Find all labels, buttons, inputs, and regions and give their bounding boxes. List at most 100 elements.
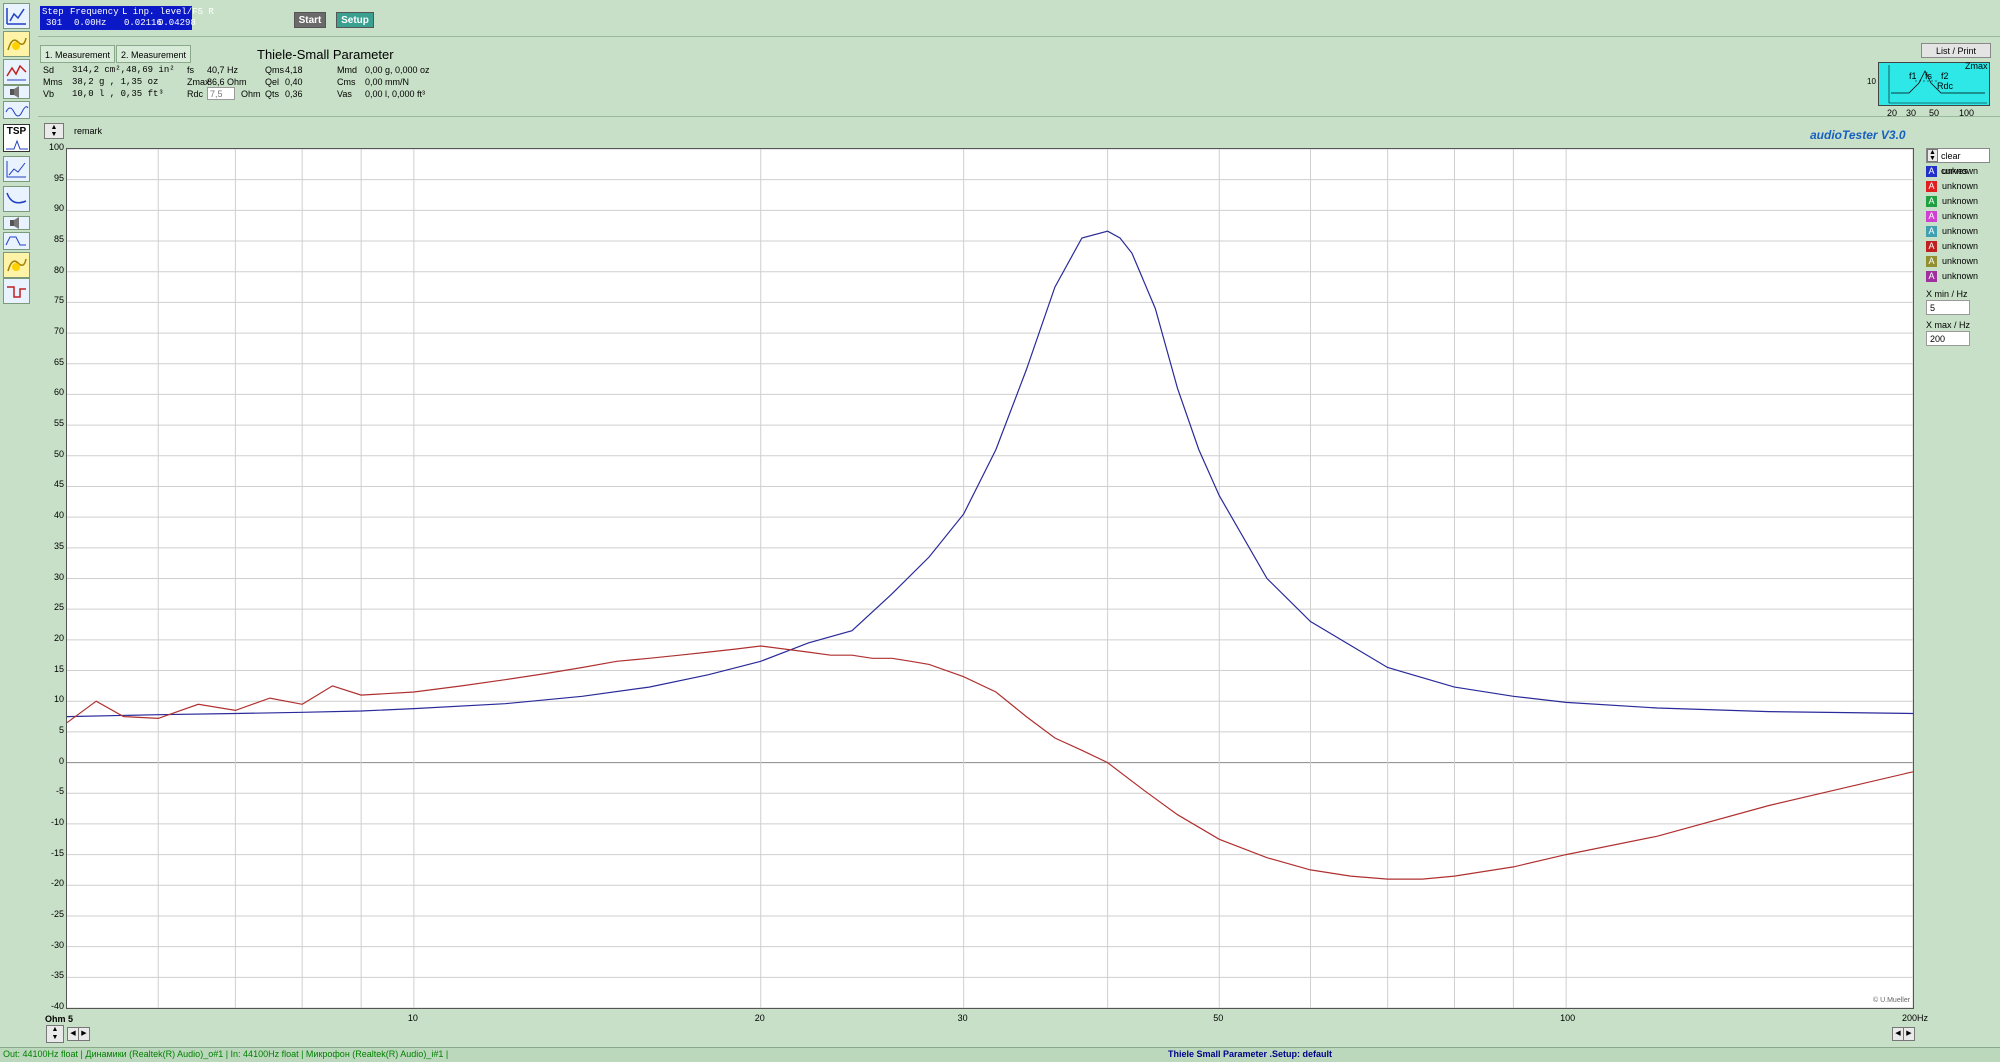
level-meter-icon[interactable] (3, 3, 30, 29)
y-tick-label: 0 (58, 755, 64, 766)
rdc-label: Rdc (187, 89, 204, 99)
sd-label: Sd (43, 65, 55, 75)
x-tick-label: 100 (1560, 1013, 1576, 1023)
mms-value: 38,2 g , 1,35 oz (72, 77, 159, 87)
y-tick-label: 100 (48, 142, 64, 152)
y-tick-label: -15 (50, 847, 64, 858)
y-tick-label: 10 (53, 694, 64, 705)
curve-icon[interactable] (3, 186, 30, 212)
start-button[interactable]: Start (294, 12, 326, 28)
level-left-value: 0.02116 (124, 18, 162, 28)
y-scale-spinner[interactable]: ▲ ▼ (46, 1025, 64, 1043)
y-tick-label: 15 (53, 663, 64, 674)
frequency-value: 0.00Hz (74, 18, 107, 28)
fs-label: fs (187, 65, 195, 75)
sweep-icon[interactable] (3, 101, 30, 119)
x-start-label: 5 (68, 1014, 74, 1024)
tsp-label: TSP (6, 126, 27, 137)
y-tick-label: -30 (50, 939, 64, 950)
legend-swatch: A (1926, 271, 1937, 282)
mmd-label: Mmd (337, 65, 357, 75)
vas-value: 0,00 l, 0,000 ft³ (365, 89, 426, 99)
rdc-input[interactable]: 7,5 (207, 87, 235, 100)
x-scroll-right-button[interactable]: ▶ (78, 1027, 90, 1041)
step-response-icon[interactable] (3, 278, 30, 304)
separator-top (38, 36, 2000, 37)
legend-swatch: A (1926, 241, 1937, 252)
legend-label: unknown (1942, 226, 1979, 236)
y-tick-label: 70 (53, 326, 64, 337)
legend-swatch: A (1926, 211, 1937, 222)
y-tick-label: 25 (53, 602, 64, 613)
y-tick-label: 45 (53, 479, 64, 490)
xmin-input[interactable]: 5 (1926, 300, 1970, 315)
legend-swatch: A (1926, 226, 1937, 237)
vb-label: Vb (43, 89, 55, 99)
left-toolbar: TSP (0, 0, 34, 304)
vb-value: 10,0 l , 0,35 ft³ (72, 89, 164, 99)
cms-label: Cms (337, 77, 356, 87)
y-tick-label: 60 (53, 387, 64, 398)
remark-spinner[interactable]: ▲ ▼ (44, 123, 64, 139)
mini-zmax-label: Zmax (1965, 61, 1988, 71)
x-end-label: 200Hz (1902, 1013, 1929, 1023)
chart-svg (67, 149, 1913, 1008)
mini-rdc-label: Rdc (1937, 81, 1954, 91)
impedance-graph[interactable] (66, 148, 1914, 1009)
zmax-value: 86,6 Ohm (207, 77, 247, 87)
level-right-value: 0.04298 (158, 18, 196, 28)
y-tick-label: 95 (53, 172, 64, 183)
list-print-button[interactable]: List / Print (1921, 43, 1991, 58)
level-label: L inp. level/FS R (122, 7, 214, 17)
tsp-icon[interactable]: TSP (3, 124, 30, 152)
tab-measurement-1[interactable]: 1. Measurement (40, 45, 116, 63)
legend-swatch: A (1926, 166, 1937, 177)
status-bar-devices: Out: 44100Hz float | Динамики (Realtek(R… (3, 1049, 449, 1059)
copyright-label: © U.Mueller (1873, 997, 1911, 1004)
frequency-response-icon[interactable] (3, 59, 30, 85)
clear-curves-spinner[interactable]: ▲ ▼ (1927, 149, 1938, 162)
y-tick-label: -5 (55, 786, 64, 797)
setup-button[interactable]: Setup (336, 12, 374, 28)
xmax-input[interactable]: 200 (1926, 331, 1970, 346)
x-zoom-right-button[interactable]: ▶ (1903, 1027, 1915, 1041)
y-tick-label: -25 (50, 908, 64, 919)
x-tick-label: 20 (754, 1013, 765, 1023)
y-tick-label: -20 (50, 878, 64, 889)
y-unit-text: Ohm (45, 1014, 66, 1024)
y-tick-label: -40 (50, 1001, 64, 1011)
step-value: 301 (46, 18, 63, 28)
y-tick-label: 90 (53, 203, 64, 214)
waveform-icon[interactable] (3, 232, 30, 250)
legend-label: unknown (1942, 196, 1979, 206)
legend-label: unknown (1942, 181, 1979, 191)
separator-mid (38, 116, 2000, 117)
impedance-curve (67, 230, 1913, 718)
y-tick-label: -35 (50, 970, 64, 981)
status-bar-setup: Thiele Small Parameter .Setup: default (1168, 1049, 1333, 1059)
y-tick-label: 30 (53, 571, 64, 582)
legend-label: unknown (1942, 256, 1979, 266)
y-tick-label: -10 (50, 816, 64, 827)
y-tick-label: 35 (53, 540, 64, 551)
y-tick-label: 40 (53, 510, 64, 521)
speaker-icon[interactable] (3, 85, 30, 99)
speaker-box-icon[interactable] (3, 216, 30, 230)
mini-impedance-plot: Zmax f1 fs f2 Rdc 10 (1867, 61, 1990, 106)
legend-swatch: A (1926, 196, 1937, 207)
panel-title: Thiele-Small Parameter (257, 47, 394, 62)
brand-label: audioTester V3.0 (1810, 128, 1906, 142)
sound-map-icon[interactable] (3, 31, 30, 57)
yellow-map-icon[interactable] (3, 252, 30, 278)
impedance-icon[interactable] (3, 156, 30, 182)
legend-label: unknown (1942, 211, 1979, 221)
y-tick-label: 5 (58, 724, 64, 735)
xmin-label: X min / Hz (1926, 289, 1968, 299)
mini-fs-label: fs (1925, 71, 1933, 81)
remark-label: remark (74, 126, 103, 136)
rdc-unit: Ohm (241, 89, 261, 99)
tab-measurement-2[interactable]: 2. Measurement (116, 45, 192, 63)
legend-label: unknown (1942, 271, 1979, 281)
qel-value: 0,40 (285, 77, 303, 87)
mini-y10-label: 10 (1867, 77, 1876, 86)
